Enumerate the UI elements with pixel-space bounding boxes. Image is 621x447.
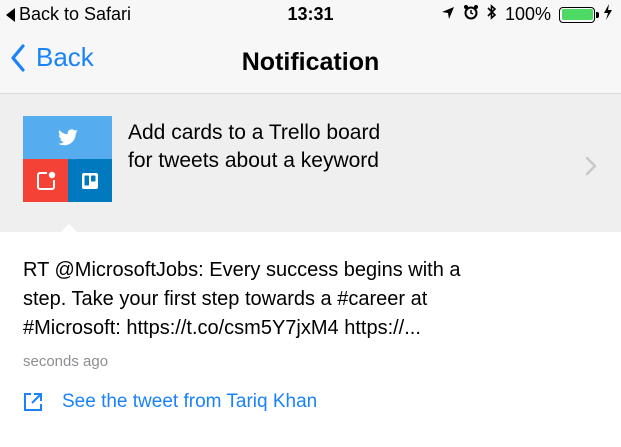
applet-title-line-1: Add cards to a Trello board — [128, 121, 381, 144]
tweet-line-1: RT @MicrosoftJobs: Every success begins … — [23, 259, 461, 281]
see-tweet-link[interactable]: See the tweet from Tariq Khan — [22, 391, 317, 413]
status-indicators: 100% — [441, 4, 613, 25]
battery-nub — [596, 11, 599, 18]
page-title: Notification — [241, 48, 380, 76]
applet-icon-grid — [23, 116, 112, 202]
charging-bolt-icon — [603, 4, 613, 25]
twitter-tile — [23, 116, 112, 159]
tweet-text: RT @MicrosoftJobs: Every success begins … — [23, 256, 603, 343]
alarm-clock-icon — [463, 4, 479, 25]
notification-screen: Back to Safari 13:31 100% Back Notificat… — [0, 0, 621, 447]
applet-card[interactable]: Add cards to a Trello board for tweets a… — [0, 94, 621, 232]
navigation-bar: Back Notification — [0, 32, 621, 94]
applet-title-line-2: for tweets about a keyword — [128, 149, 379, 172]
trello-icon — [82, 172, 98, 189]
tweet-line-2: step. Take your first step towards a #ca… — [23, 288, 428, 310]
notification-tile — [23, 159, 68, 202]
timestamp: seconds ago — [23, 353, 109, 370]
bluetooth-icon — [487, 4, 497, 25]
callout-pointer — [60, 224, 78, 233]
chevron-right-icon — [585, 156, 597, 181]
trello-tile — [68, 159, 112, 202]
location-arrow-icon — [441, 4, 455, 25]
twitter-icon — [57, 128, 78, 145]
tweet-line-3: #Microsoft: https://t.co/csm5Y7jxM4 http… — [23, 317, 421, 339]
battery-percent: 100% — [504, 4, 551, 24]
battery-icon — [559, 6, 599, 23]
see-tweet-link-label: See the tweet from Tariq Khan — [62, 391, 318, 412]
status-bar: Back to Safari 13:31 100% — [0, 0, 621, 32]
external-link-icon — [24, 393, 42, 411]
notification-icon — [36, 171, 55, 190]
applet-title: Add cards to a Trello board for tweets a… — [128, 119, 528, 175]
battery-fill — [561, 9, 593, 20]
